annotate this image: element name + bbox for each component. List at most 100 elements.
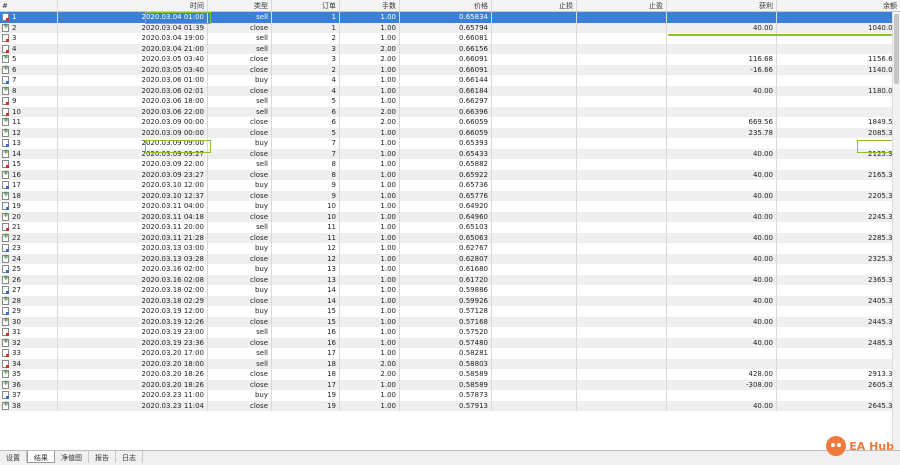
column-header-time[interactable]: 时间 — [58, 0, 208, 11]
cell-price: 0.62807 — [400, 253, 492, 264]
table-row[interactable]: 19 2020.03.11 04:00 buy 10 1.00 0.64920 — [0, 201, 900, 212]
cell-lots: 2.00 — [340, 43, 400, 54]
table-row[interactable]: 8 2020.03.06 02:01close41.000.66184 40.00 1… — [0, 85, 900, 96]
column-header-profit[interactable]: 获利 — [667, 0, 777, 11]
table-row[interactable]: 18 2020.03.10 12:37close91.000.65776 40.00… — [0, 190, 900, 201]
table-row[interactable]: 21 2020.03.11 20:00 sell 11 1.00 0.65103 — [0, 222, 900, 233]
cell-lots: 1.00 — [340, 201, 400, 212]
cell-sl — [492, 106, 577, 117]
table-row[interactable]: 4 2020.03.04 21:00 sell 3 2.00 0.66156 — [0, 43, 900, 54]
cell-profit: 40.00 — [667, 400, 777, 411]
cell-type: close — [208, 22, 272, 33]
table-row[interactable]: 27 2020.03.18 02:00 buy 14 1.00 0.59886 — [0, 285, 900, 296]
table-row[interactable]: 14 2020.03.09 09:27close71.000.65433 40.00… — [0, 148, 900, 159]
scrollbar-thumb[interactable] — [894, 14, 899, 84]
close-deal-icon — [2, 254, 9, 263]
close-deal-icon — [2, 23, 9, 32]
table-row[interactable]: 31 2020.03.19 23:00 sell 16 1.00 0.57520 — [0, 327, 900, 338]
table-row[interactable]: 17 2020.03.10 12:00 buy 9 1.00 0.65736 — [0, 180, 900, 191]
row-number: 18 — [12, 191, 21, 200]
cell-lots: 2.00 — [340, 369, 400, 380]
cell-profit — [667, 159, 777, 170]
cell-lots: 1.00 — [340, 33, 400, 44]
table-row[interactable]: 13 2020.03.09 09:00 buy 7 1.00 0.65393 — [0, 138, 900, 149]
row-number: 36 — [12, 380, 21, 389]
sell-deal-icon — [2, 34, 9, 43]
cell-price: 0.65834 — [400, 12, 492, 23]
cell-time: 2020.03.11 21:28 — [58, 232, 208, 243]
close-deal-icon — [2, 128, 9, 137]
cell-num: 21 — [0, 222, 58, 233]
cell-tp — [577, 75, 667, 86]
column-header-num[interactable]: # — [0, 0, 58, 11]
cell-type: close — [208, 169, 272, 180]
table-row[interactable]: 26 2020.03.16 02:08close131.000.61720 40.0… — [0, 274, 900, 285]
table-row[interactable]: 12 2020.03.09 00:00close51.000.66059 235.7… — [0, 127, 900, 138]
cell-lots: 1.00 — [340, 232, 400, 243]
tab-1[interactable]: 结果 — [27, 451, 55, 463]
column-header-balance[interactable]: 余额 — [777, 0, 900, 11]
table-row[interactable]: 35 2020.03.20 18:26close182.000.58589 428.… — [0, 369, 900, 380]
cell-num: 14 — [0, 148, 58, 159]
table-row[interactable]: 6 2020.03.05 03:40close21.000.66091 -16.66… — [0, 64, 900, 75]
column-header-order[interactable]: 订单 — [272, 0, 340, 11]
tab-4[interactable]: 日志 — [116, 451, 143, 463]
table-row[interactable]: 2 2020.03.04 01:39close11.000.65794 40.00 1… — [0, 22, 900, 33]
table-row[interactable]: 5 2020.03.05 03:40close32.000.66091 116.68… — [0, 54, 900, 65]
cell-balance: 2205.36 — [868, 191, 897, 200]
cell-type: buy — [208, 138, 272, 149]
cell-profit — [667, 75, 777, 86]
tab-0[interactable]: 设置 — [0, 451, 27, 463]
table-row[interactable]: 38 2020.03.23 11:04close191.000.57913 40.0… — [0, 400, 900, 411]
column-header-tp[interactable]: 止盈 — [577, 0, 667, 11]
cell-num: 9 — [0, 96, 58, 107]
column-header-sl[interactable]: 止损 — [492, 0, 577, 11]
column-header-lots[interactable]: 手数 — [340, 0, 400, 11]
cell-tp — [577, 348, 667, 359]
table-row[interactable]: 32 2020.03.19 23:36close161.000.57480 40.0… — [0, 337, 900, 348]
cell-balance: 1180.02 — [868, 86, 897, 95]
tab-3[interactable]: 报告 — [89, 451, 116, 463]
cell-balance — [777, 96, 900, 107]
table-row[interactable]: 15 2020.03.09 22:00 sell 8 1.00 0.65882 — [0, 159, 900, 170]
column-header-type[interactable]: 类型 — [208, 0, 272, 11]
vertical-scrollbar[interactable] — [892, 12, 900, 450]
cell-sl — [492, 369, 577, 380]
table-row[interactable]: 34 2020.03.20 18:00 sell 18 2.00 0.58803 — [0, 358, 900, 369]
cell-price: 0.66059 — [400, 117, 492, 128]
row-number: 34 — [12, 359, 21, 368]
column-header-price[interactable]: 价格 — [400, 0, 492, 11]
table-row[interactable]: 7 2020.03.06 01:00 buy 4 1.00 0.66144 — [0, 75, 900, 86]
table-row[interactable]: 33 2020.03.20 17:00 sell 17 1.00 0.58281 — [0, 348, 900, 359]
table-row[interactable]: 28 2020.03.18 02:29close141.000.59926 40.0… — [0, 295, 900, 306]
cell-balance — [777, 390, 900, 401]
table-row[interactable]: 10 2020.03.06 22:00 sell 6 2.00 0.66396 — [0, 106, 900, 117]
table-row[interactable]: 1 2020.03.04 01:00 sell 1 1.00 0.65834 — [0, 12, 900, 23]
table-row[interactable]: 16 2020.03.09 23:27close81.000.65922 40.00… — [0, 169, 900, 180]
row-number: 4 — [12, 44, 17, 53]
table-row[interactable]: 9 2020.03.06 18:00 sell 5 1.00 0.66297 — [0, 96, 900, 107]
cell-balance — [777, 327, 900, 338]
table-row[interactable]: 25 2020.03.16 02:00 buy 13 1.00 0.61680 — [0, 264, 900, 275]
row-number: 25 — [12, 265, 21, 274]
table-row[interactable]: 37 2020.03.23 11:00 buy 19 1.00 0.57873 — [0, 390, 900, 401]
table-row[interactable]: 36 2020.03.20 18:26close171.000.58589 -308… — [0, 379, 900, 390]
table-row[interactable]: 24 2020.03.13 03:28close121.000.62807 40.0… — [0, 253, 900, 264]
cell-profit — [667, 285, 777, 296]
table-row[interactable]: 20 2020.03.11 04:18close101.000.64960 40.0… — [0, 211, 900, 222]
table-row[interactable]: 30 2020.03.19 12:26close151.000.57168 40.0… — [0, 316, 900, 327]
cell-balance — [777, 285, 900, 296]
table-row[interactable]: 29 2020.03.19 12:00 buy 15 1.00 0.57128 — [0, 306, 900, 317]
cell-profit: -16.66 — [667, 64, 777, 75]
cell-profit: 40.00 — [667, 232, 777, 243]
table-row[interactable]: 22 2020.03.11 21:28close111.000.65063 40.0… — [0, 232, 900, 243]
cell-price: 0.66081 — [400, 33, 492, 44]
table-row[interactable]: 23 2020.03.13 03:00 buy 12 1.00 0.62767 — [0, 243, 900, 254]
cell-tp — [577, 43, 667, 54]
tab-2[interactable]: 净值图 — [55, 451, 89, 463]
cell-tp — [577, 274, 667, 285]
cell-time: 2020.03.18 02:29 — [58, 295, 208, 306]
cell-price: 0.59886 — [400, 285, 492, 296]
cell-price: 0.61680 — [400, 264, 492, 275]
table-row[interactable]: 11 2020.03.09 00:00close62.000.66059 669.5… — [0, 117, 900, 128]
